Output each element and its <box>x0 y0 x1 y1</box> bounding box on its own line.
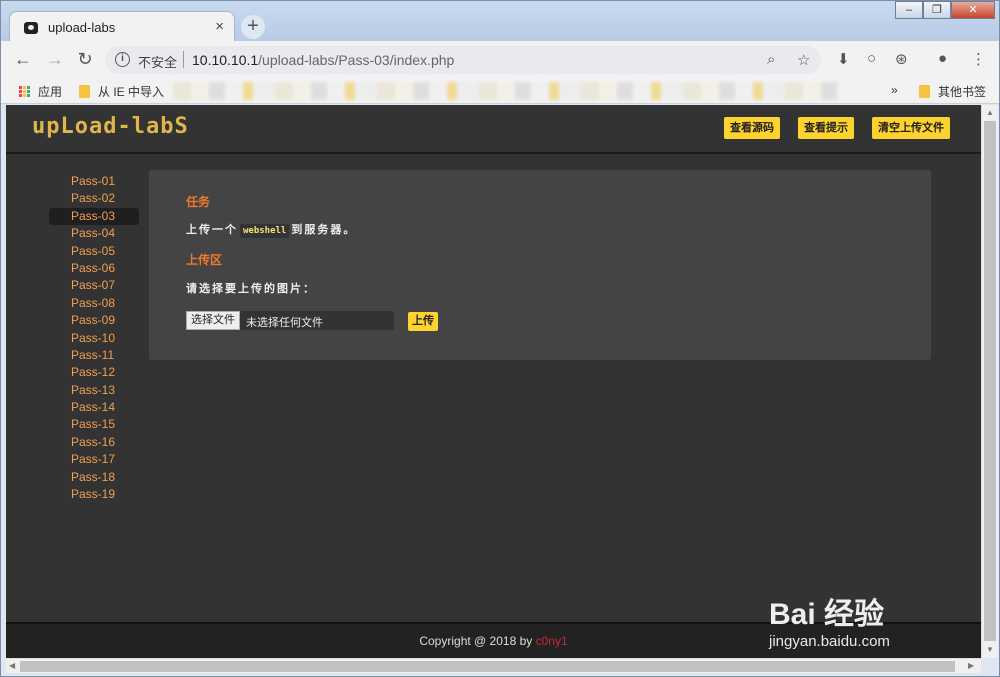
sidebar-item-pass-08[interactable]: Pass-08 <box>49 295 139 312</box>
folder-icon <box>919 85 930 98</box>
bookmark-other[interactable]: 其他书签 <box>919 83 986 100</box>
task-title: 任务 <box>186 195 211 209</box>
baidu-jingyan-watermark: Bai 经验 jingyan.baidu.com <box>761 571 961 661</box>
watermark-url: jingyan.baidu.com <box>769 633 890 650</box>
maximize-button[interactable]: ❐ <box>923 1 951 19</box>
browser-toolbar: ← → ↻ i 不安全 10.10.10.1/upload-labs/Pass-… <box>1 41 999 78</box>
task-code: webshell <box>240 224 290 238</box>
sidebar-item-pass-06[interactable]: Pass-06 <box>49 260 139 277</box>
tab-upload-labs[interactable]: upload-labs × <box>9 11 235 42</box>
extension-tag-icon[interactable]: ⊛ <box>895 50 908 68</box>
apps-grid-icon <box>19 86 30 97</box>
task-panel: 任务 上传一个 webshell 到服务器。 上传区 请选择要上传的图片： 选择文件… <box>149 170 931 360</box>
file-input[interactable]: 选择文件 未选择任何文件 <box>186 311 394 330</box>
zoom-search-icon[interactable]: ⌕ <box>767 51 775 68</box>
upload-section-title: 上传区 <box>186 253 223 267</box>
folder-icon <box>79 85 90 98</box>
bookmarks-bar: 应用 从 IE 中导入 » 其他书签 <box>1 78 999 104</box>
sidebar-item-pass-03[interactable]: Pass-03 <box>49 207 139 226</box>
profile-avatar-icon[interactable]: ● <box>938 50 947 67</box>
sidebar-item-pass-11[interactable]: Pass-11 <box>49 347 139 364</box>
scroll-up-icon[interactable]: ▲ <box>986 108 994 117</box>
sidebar-item-pass-17[interactable]: Pass-17 <box>49 451 139 468</box>
blurred-bookmarks <box>173 82 843 100</box>
url-separator <box>183 51 184 68</box>
sidebar-item-pass-09[interactable]: Pass-09 <box>49 312 139 329</box>
sidebar-item-pass-14[interactable]: Pass-14 <box>49 399 139 416</box>
task-description: 上传一个 webshell 到服务器。 <box>186 221 356 238</box>
file-status: 未选择任何文件 <box>246 317 323 329</box>
sidebar-item-pass-05[interactable]: Pass-05 <box>49 243 139 260</box>
bookmarks-overflow-button[interactable]: » <box>891 83 898 97</box>
pass-sidebar: Pass-01 Pass-02 Pass-03 Pass-04 Pass-05 Pass-… <box>49 173 139 503</box>
sidebar-item-pass-19[interactable]: Pass-19 <box>49 486 139 503</box>
sidebar-item-pass-04[interactable]: Pass-04 <box>49 225 139 242</box>
scroll-right-icon[interactable]: ▶ <box>968 661 974 670</box>
url-host: 10.10.10.1 <box>192 52 259 68</box>
close-window-button[interactable]: ✕ <box>951 1 995 19</box>
sidebar-item-pass-10[interactable]: Pass-10 <box>49 330 139 347</box>
upload-prompt: 请选择要上传的图片： <box>186 283 316 295</box>
site-header: upLoad-labS 查看源码 查看提示 清空上传文件 <box>6 105 981 154</box>
site-favicon-icon <box>24 22 38 34</box>
extension-circle-icon[interactable]: ○ <box>867 50 876 67</box>
horizontal-scroll-thumb[interactable] <box>20 661 955 672</box>
forward-arrow-icon[interactable]: → <box>43 48 67 72</box>
sidebar-item-pass-02[interactable]: Pass-02 <box>49 190 139 207</box>
sidebar-item-pass-16[interactable]: Pass-16 <box>49 434 139 451</box>
info-icon[interactable]: i <box>115 52 130 67</box>
bookmark-star-icon[interactable]: ☆ <box>797 51 810 69</box>
bookmark-apps[interactable]: 应用 <box>19 83 62 100</box>
reload-icon[interactable]: ↻ <box>73 48 97 72</box>
sidebar-item-pass-13[interactable]: Pass-13 <box>49 382 139 399</box>
upload-submit-button[interactable]: 上传 <box>408 312 438 331</box>
author-link[interactable]: c0ny1 <box>536 634 568 648</box>
vertical-scrollbar[interactable]: ▲ ▼ <box>981 105 998 658</box>
bookmark-ie-import[interactable]: 从 IE 中导入 <box>79 83 164 100</box>
watermark-brand: Bai 经验 <box>769 598 885 631</box>
tab-strip: upload-labs × + – ❐ ✕ <box>1 1 999 42</box>
bookmark-ie-import-label: 从 IE 中导入 <box>98 85 165 99</box>
vertical-scroll-thumb[interactable] <box>984 121 996 641</box>
sidebar-item-pass-18[interactable]: Pass-18 <box>49 469 139 486</box>
scroll-down-icon[interactable]: ▼ <box>986 645 994 654</box>
new-tab-button[interactable]: + <box>241 15 265 39</box>
scroll-left-icon[interactable]: ◀ <box>9 661 15 670</box>
sidebar-item-pass-01[interactable]: Pass-01 <box>49 173 139 190</box>
tab-title: upload-labs <box>48 20 116 35</box>
url-text[interactable]: 10.10.10.1/upload-labs/Pass-03/index.php <box>192 52 454 68</box>
bookmark-other-label: 其他书签 <box>938 85 987 99</box>
copyright-text: Copyright @ 2018 by <box>419 634 533 648</box>
task-text-after: 到服务器。 <box>291 224 357 236</box>
minimize-button[interactable]: – <box>895 1 923 19</box>
insecure-label: 不安全 <box>138 55 178 70</box>
menu-kebab-icon[interactable]: ⋮ <box>971 50 986 68</box>
view-source-button[interactable]: 查看源码 <box>724 117 780 139</box>
sidebar-item-pass-15[interactable]: Pass-15 <box>49 416 139 433</box>
site-logo[interactable]: upLoad-labS <box>32 114 189 139</box>
close-tab-icon[interactable]: × <box>215 18 224 35</box>
sidebar-item-pass-07[interactable]: Pass-07 <box>49 277 139 294</box>
address-bar[interactable]: i 不安全 10.10.10.1/upload-labs/Pass-03/ind… <box>105 46 821 74</box>
task-text-before: 上传一个 <box>186 224 238 236</box>
window-controls: – ❐ ✕ <box>895 1 995 21</box>
chevron-double-right-icon: » <box>891 83 898 97</box>
bookmark-apps-label: 应用 <box>38 85 63 99</box>
url-path: /upload-labs/Pass-03/index.php <box>258 52 455 68</box>
back-arrow-icon[interactable]: ← <box>11 48 35 72</box>
clear-uploads-button[interactable]: 清空上传文件 <box>872 117 950 139</box>
browser-window: upload-labs × + – ❐ ✕ ← → ↻ i 不安全 10.10.… <box>0 0 1000 677</box>
download-icon[interactable]: ⬇ <box>837 50 850 68</box>
view-hint-button[interactable]: 查看提示 <box>798 117 854 139</box>
choose-file-button[interactable]: 选择文件 <box>186 311 240 330</box>
sidebar-item-pass-12[interactable]: Pass-12 <box>49 364 139 381</box>
